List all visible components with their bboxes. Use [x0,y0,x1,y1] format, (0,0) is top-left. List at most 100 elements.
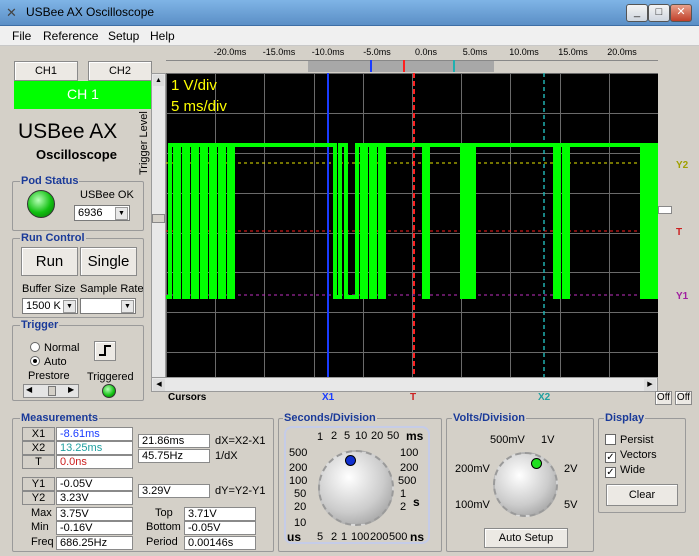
trigger-level-label: Trigger Level [138,111,150,175]
vd-1v: 1V [541,434,555,446]
sd-r-200: 200 [400,462,419,474]
slider-right-arrow[interactable]: ▶ [68,385,74,394]
menu-file[interactable]: File [12,29,31,43]
t-cursor-label: T [676,227,683,238]
buffer-size-select[interactable]: 1500 K ▼ [22,298,78,314]
sample-rate-select[interactable]: ▼ [80,298,136,314]
wide-checkbox[interactable]: ✓ Wide [605,464,645,478]
title-bar: ✕ USBee AX Oscilloscope _ □ ✕ [0,0,699,26]
measurement-x2-label: X2 [22,441,55,455]
x1-cursor-handle[interactable]: X1 [322,392,334,403]
sd-r-1: 1 [400,488,407,500]
sd-ns-500: 500 [389,531,408,543]
seconds-knob-indicator [345,455,356,466]
window-title: USBee AX Oscilloscope [26,5,155,19]
maximize-button[interactable]: □ [648,4,670,22]
ch1-button[interactable]: CH1 [14,61,78,81]
sd-ns-200: 200 [370,531,389,543]
sd-ns-1: 1 [341,531,348,543]
menu-reference[interactable]: Reference [43,29,98,43]
sd-ns-100: 100 [351,531,370,543]
measurement-freq-value: 686.25Hz [56,536,133,550]
chevron-down-icon: ▼ [63,300,76,313]
measurement-period-value: 0.00146s [184,536,256,550]
minimize-button[interactable]: _ [626,4,648,22]
time-axis-line [166,60,658,72]
volts-division-title: Volts/Division [452,412,526,424]
slider-up-arrow[interactable]: ▲ [153,75,164,86]
measurement-dx-label: dX=X2-X1 [215,435,266,447]
sd-r-500: 500 [398,475,417,487]
vectors-checkbox[interactable]: ✓ Vectors [605,449,657,463]
prestore-slider[interactable]: ◀ ▶ [23,384,79,398]
trigger-level-slider[interactable]: ▲ ▼ [151,73,166,392]
x-cursors-off-button[interactable]: Off [655,391,672,405]
sd-us-100: 100 [289,475,308,487]
time-per-div-label: 5 ms/div [171,98,227,115]
y-cursors-off-button[interactable]: Off [675,391,692,405]
t-cursor-handle[interactable]: T [410,392,416,403]
checkmark-icon: ✓ [605,452,616,463]
sd-ms-5: 5 [344,430,351,442]
persist-checkbox[interactable]: Persist [605,434,654,446]
rising-edge-button[interactable] [94,341,116,361]
measurement-dx-value: 21.86ms [138,434,210,448]
close-button[interactable]: ✕ [670,4,692,22]
time-scrollbar[interactable]: ◀ ▶ [151,377,658,392]
vd-200mv: 200mV [455,463,490,475]
measurement-x1-value: -8.61ms [56,427,133,441]
measurement-1dx-value: 45.75Hz [138,449,210,463]
sd-ns-unit: ns [410,530,425,544]
sd-ms-2: 2 [331,430,338,442]
measurement-y2-label: Y2 [22,491,55,505]
sample-rate-label: Sample Rate [80,283,144,295]
volts-division-knob[interactable] [493,452,558,517]
run-control-title: Run Control [20,232,86,244]
menu-help[interactable]: Help [150,29,175,43]
x2-cursor-handle[interactable]: X2 [538,392,550,403]
measurement-min-value: -0.16V [56,521,133,535]
measurement-1dx-label: 1/dX [215,450,238,462]
brand-subtitle: Oscilloscope [36,147,117,162]
y1-cursor-label: Y1 [676,291,689,302]
vd-500mv: 500mV [490,434,525,446]
measurement-period-label: Period [146,536,178,548]
trigger-auto-radio[interactable]: Auto [30,356,67,368]
slider-thumb[interactable] [48,386,56,396]
volts-knob-indicator [531,458,542,469]
radio-icon [30,356,40,366]
x2-axis-marker [453,60,455,72]
vd-5v: 5V [564,499,578,511]
trigger-normal-radio[interactable]: Normal [30,342,79,354]
auto-setup-button[interactable]: Auto Setup [484,528,568,548]
measurement-bottom-value: -0.05V [184,521,256,535]
single-button[interactable]: Single [80,247,137,276]
measurement-top-label: Top [155,507,173,519]
right-slider-thumb[interactable] [658,206,672,214]
sd-r-2: 2 [400,501,407,513]
checkmark-icon: ✓ [605,467,616,478]
scope-display[interactable]: 1 V/div 5 ms/div [166,73,658,392]
pod-status-title: Pod Status [20,175,80,187]
waveform-plot [166,73,658,392]
clear-button[interactable]: Clear [606,484,678,506]
seconds-division-knob[interactable] [318,450,394,526]
chevron-down-icon: ▼ [121,300,134,313]
pod-id-select[interactable]: 6936 ▼ [74,205,130,221]
ch2-button[interactable]: CH2 [88,61,152,81]
measurement-bottom-label: Bottom [146,521,181,533]
run-button[interactable]: Run [21,247,78,276]
y2-cursor-label: Y2 [676,160,689,171]
menu-setup[interactable]: Setup [108,29,139,43]
scroll-left-arrow[interactable]: ◀ [153,379,165,391]
buffer-size-label: Buffer Size [22,283,76,295]
measurement-y1-value: -0.05V [56,477,133,491]
slider-thumb[interactable] [152,214,165,223]
sd-ns-5: 5 [317,531,324,543]
vd-100mv: 100mV [455,499,490,511]
scroll-right-arrow[interactable]: ▶ [644,379,656,391]
slider-left-arrow[interactable]: ◀ [26,385,32,394]
active-channel-banner: CH 1 [14,81,152,109]
measurement-dy-label: dY=Y2-Y1 [215,485,266,497]
checkbox-icon [605,434,616,445]
